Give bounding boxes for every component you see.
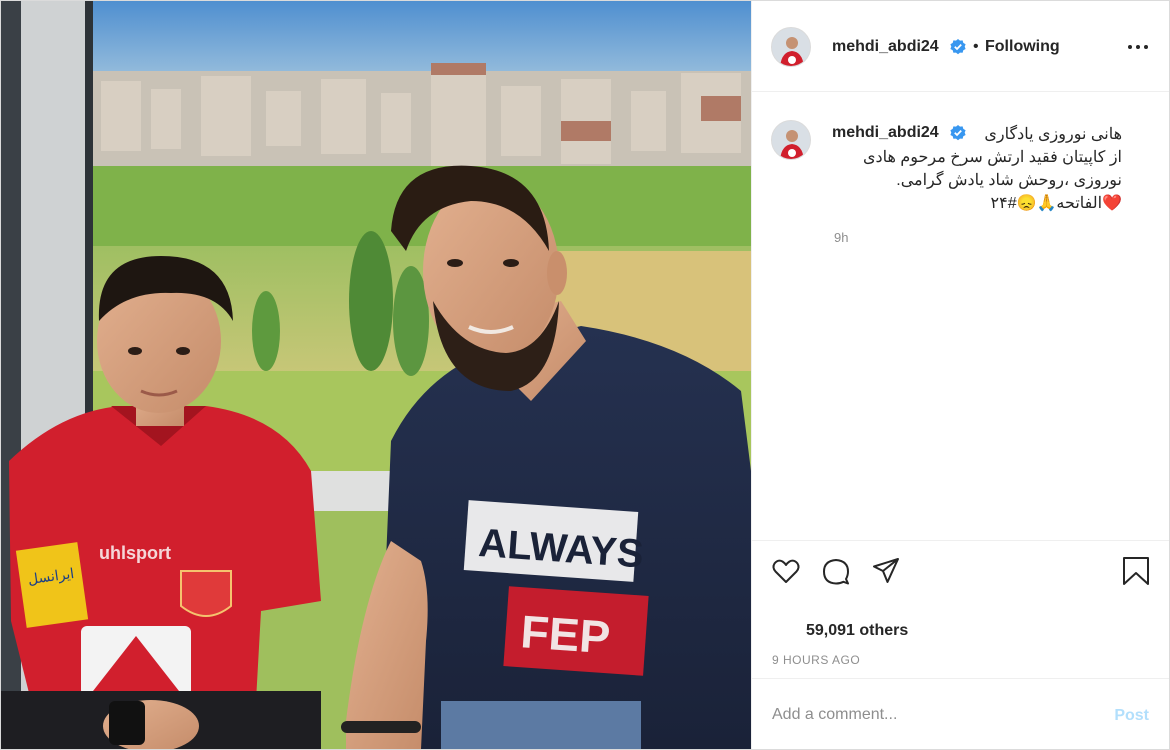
avatar-image — [772, 28, 810, 66]
comment-icon — [823, 559, 849, 585]
heart-icon — [772, 559, 800, 583]
more-options-button[interactable] — [1128, 37, 1152, 57]
caption-line: ❤️الفاتحه🙏😞#۲۴ — [990, 195, 1123, 212]
avatar[interactable] — [771, 27, 811, 67]
post-photo[interactable]: ایرانسل uhlsport ALWAYS FEP — [1, 1, 751, 749]
share-button[interactable] — [870, 555, 902, 587]
post-header: mehdi_abdi24 • Following — [752, 1, 1169, 92]
bookmark-icon — [1123, 557, 1149, 585]
avatar-image — [772, 121, 810, 159]
comment-input[interactable] — [772, 703, 1072, 727]
comment-button[interactable] — [820, 556, 852, 588]
verified-badge-icon — [950, 39, 966, 55]
post-actions: 59,091 others 9 HOURS AGO — [752, 540, 1169, 678]
like-button[interactable] — [770, 555, 802, 587]
shirt-print-bottom: FEP — [519, 605, 612, 663]
caption-line: نوروزی ،روحش شاد یادش گرامی. — [896, 172, 1122, 189]
share-icon — [873, 558, 899, 583]
post-comment-button[interactable]: Post — [1114, 707, 1149, 725]
post-side-panel: mehdi_abdi24 • Following mehdi_abdi24 ها… — [751, 1, 1169, 749]
likes-count[interactable]: 59,091 others — [806, 622, 908, 640]
instagram-post: ایرانسل uhlsport ALWAYS FEP mehdi_abdi24… — [0, 0, 1170, 750]
caption-line: از کاپیتان فقید ارتش سرخ مرحوم هادی — [862, 149, 1122, 166]
jersey-brand-text: uhlsport — [99, 543, 171, 563]
more-dot-icon — [1136, 45, 1140, 49]
photo-illustration: ایرانسل uhlsport ALWAYS FEP — [1, 1, 751, 749]
more-dot-icon — [1128, 45, 1132, 49]
post-timestamp[interactable]: 9 HOURS AGO — [772, 653, 860, 667]
caption-text: هانی نوروزی یادگاری از کاپیتان فقید ارتش… — [832, 123, 1122, 215]
caption-avatar[interactable] — [771, 120, 811, 160]
save-button[interactable] — [1120, 555, 1152, 587]
header-username[interactable]: mehdi_abdi24 — [832, 38, 939, 56]
header-separator: • — [973, 38, 979, 55]
caption-timestamp[interactable]: 9h — [834, 230, 848, 245]
following-button[interactable]: Following — [985, 38, 1060, 56]
add-comment-bar: Post — [752, 678, 1169, 749]
more-dot-icon — [1144, 45, 1148, 49]
caption-line: هانی نوروزی یادگاری — [984, 126, 1122, 143]
